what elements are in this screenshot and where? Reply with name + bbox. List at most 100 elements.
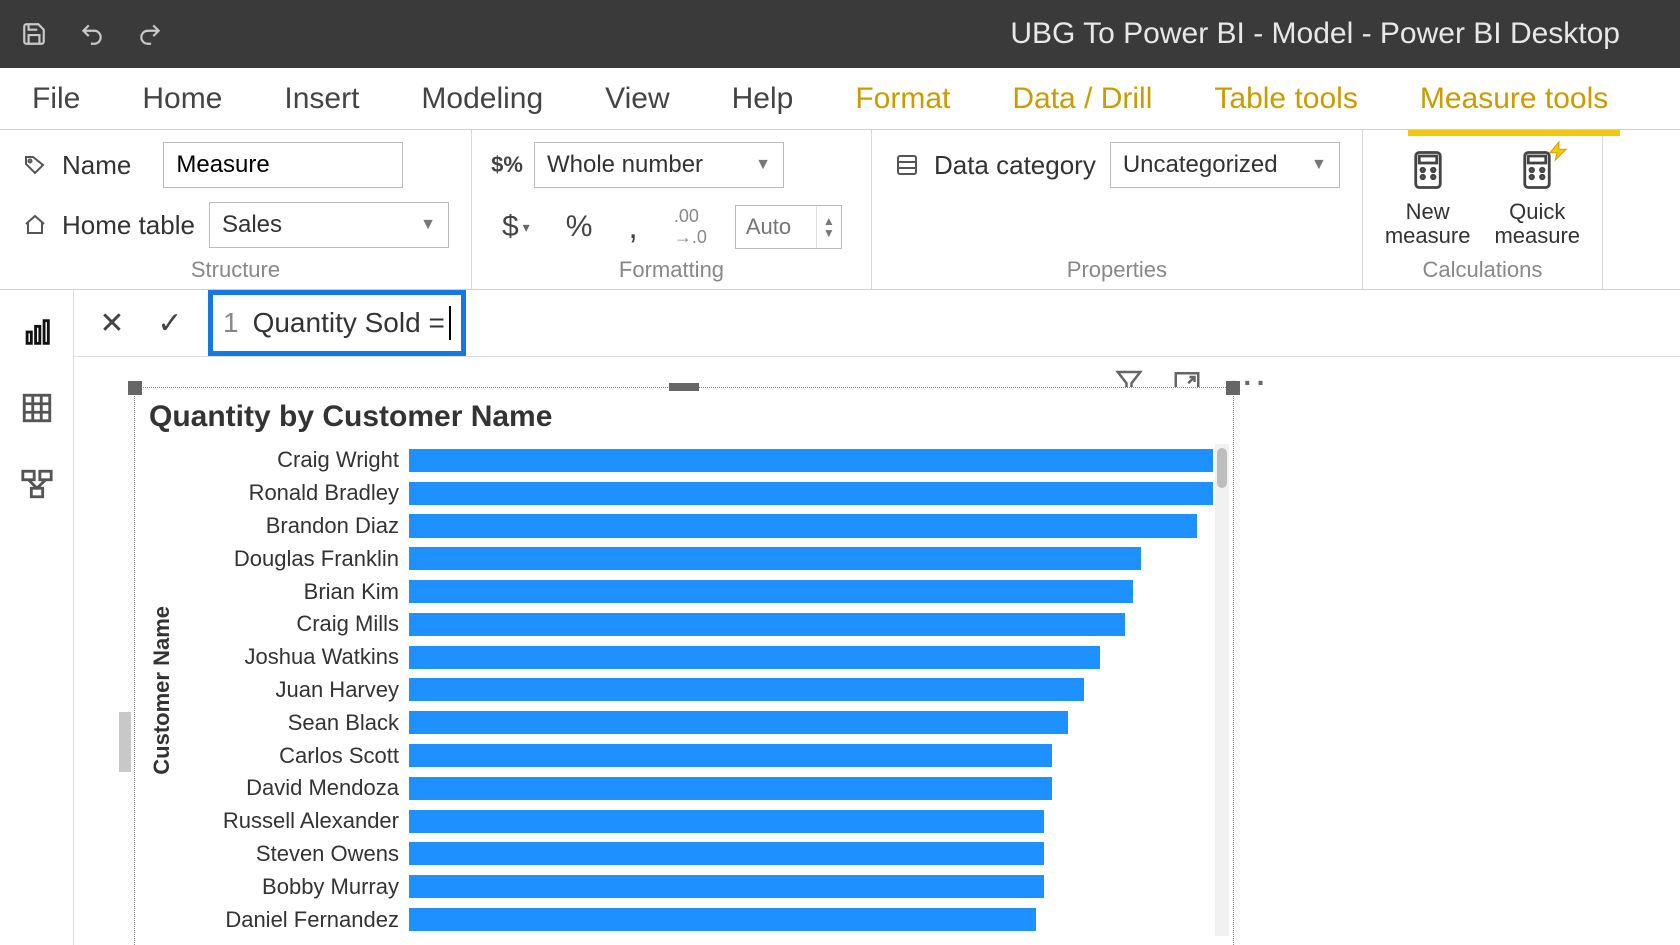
bar-row [409,575,1213,608]
home-table-value: Sales [222,211,282,239]
data-category-select[interactable]: Uncategorized ▼ [1110,142,1340,188]
group-label-formatting: Formatting [494,257,849,283]
chart-title: Quantity by Customer Name [135,388,1233,446]
bar[interactable] [409,678,1084,701]
bar[interactable] [409,514,1197,537]
category-label: Sean Black [179,706,409,739]
category-label: Carlos Scott [179,739,409,772]
bar-chart-visual[interactable]: Quantity by Customer Name Customer Name … [134,387,1234,945]
group-properties: Data category Uncategorized ▼ Properties [872,130,1363,289]
calculator-icon [1404,146,1452,194]
decimals-stepper[interactable]: ▲▼ [735,205,842,249]
bar[interactable] [409,482,1213,505]
decimals-input[interactable] [736,206,816,248]
report-canvas[interactable]: ··· Quantity by Customer Name Customer N… [74,357,1680,945]
bar-row [409,674,1213,707]
formula-line-number: 1 [223,307,239,339]
bar-row [409,805,1213,838]
redo-icon[interactable] [136,20,164,48]
category-label: Craig Wright [179,444,409,477]
measure-name-input[interactable] [163,142,403,188]
group-label-structure: Structure [22,257,449,283]
bar-row [409,444,1213,477]
bar[interactable] [409,744,1052,767]
ribbon-tab-measure-tools[interactable]: Measure tools [1408,76,1620,122]
quick-measure-button[interactable]: Quick measure [1494,146,1580,248]
formula-input[interactable]: 1 Quantity Sold = [208,290,466,356]
commit-formula-icon[interactable]: ✓ [150,306,190,341]
resize-handle[interactable] [1226,381,1240,395]
data-category-label: Data category [934,150,1096,181]
chevron-down-icon: ▼ [755,156,771,174]
decimal-button[interactable]: .00→.0 [666,202,715,252]
y-axis-categories: Craig WrightRonald BradleyBrandon DiazDo… [179,444,409,936]
ribbon: Name Home table Sales ▼ Structure $% Who [0,130,1680,290]
data-view-icon[interactable] [17,388,57,428]
chart-bars [409,444,1213,936]
resize-handle[interactable] [669,383,699,391]
category-label: Juan Harvey [179,674,409,707]
bar[interactable] [409,580,1133,603]
ribbon-tab-table-tools[interactable]: Table tools [1202,76,1369,122]
bar-row [409,542,1213,575]
ribbon-tab-format[interactable]: Format [843,76,962,122]
ribbon-tab-insert[interactable]: Insert [272,76,371,122]
bar[interactable] [409,547,1141,570]
file-tab[interactable]: File [10,68,102,129]
ribbon-tab-data-drill[interactable]: Data / Drill [1000,76,1164,122]
ribbon-tab-home[interactable]: Home [130,76,234,122]
save-icon[interactable] [20,20,48,48]
ribbon-tab-help[interactable]: Help [720,76,806,122]
new-measure-button[interactable]: New measure [1385,146,1471,248]
formula-bar: ✕ ✓ 1 Quantity Sold = [74,290,1680,357]
group-structure: Name Home table Sales ▼ Structure [0,130,472,289]
bar[interactable] [409,646,1100,669]
home-table-select[interactable]: Sales ▼ [209,202,449,248]
currency-button[interactable]: $ ▾ [494,206,538,248]
ribbon-tab-modeling[interactable]: Modeling [409,76,555,122]
new-measure-label: New measure [1385,200,1471,248]
titlebar: UBG To Power BI - Model - Power BI Deskt… [0,0,1680,68]
thousands-button[interactable]: , [620,204,645,251]
chevron-down-icon: ▼ [420,216,436,234]
text-cursor [449,306,451,340]
scrollbar-thumb[interactable] [1217,448,1227,488]
cancel-formula-icon[interactable]: ✕ [92,306,132,341]
stepper-arrows[interactable]: ▲▼ [816,206,841,248]
quick-measure-icon [1513,146,1561,194]
category-label: Brian Kim [179,575,409,608]
bar[interactable] [409,711,1068,734]
bar-row [409,870,1213,903]
quick-access-toolbar [20,20,164,48]
category-label: Bobby Murray [179,870,409,903]
ribbon-tabs: File Home Insert Modeling View Help Format Dat… [0,68,1680,130]
bar[interactable] [409,908,1036,931]
formula-text: Quantity Sold = [253,307,445,339]
bar-row [409,608,1213,641]
format-select[interactable]: Whole number ▼ [534,142,784,188]
undo-icon[interactable] [78,20,106,48]
scroll-indicator[interactable] [119,712,131,772]
bar[interactable] [409,842,1044,865]
report-view-icon[interactable] [17,312,57,352]
resize-handle[interactable] [128,381,142,395]
bar[interactable] [409,875,1044,898]
category-label: Steven Owens [179,838,409,871]
tag-icon [22,152,48,178]
quick-measure-label: Quick measure [1494,200,1580,248]
window-title: UBG To Power BI - Model - Power BI Deskt… [164,17,1660,51]
data-category-value: Uncategorized [1123,151,1278,179]
y-axis-label: Customer Name [145,606,179,775]
bar[interactable] [409,777,1052,800]
percent-button[interactable]: % [558,206,601,248]
vertical-scrollbar[interactable] [1215,444,1229,936]
bar-row [409,510,1213,543]
model-view-icon[interactable] [17,464,57,504]
bar[interactable] [409,613,1125,636]
bar[interactable] [409,810,1044,833]
category-label: Craig Mills [179,608,409,641]
ribbon-tab-view[interactable]: View [593,76,681,122]
chart-body: Customer Name Craig WrightRonald Bradley… [145,444,1213,936]
bar-row [409,739,1213,772]
bar[interactable] [409,449,1213,472]
